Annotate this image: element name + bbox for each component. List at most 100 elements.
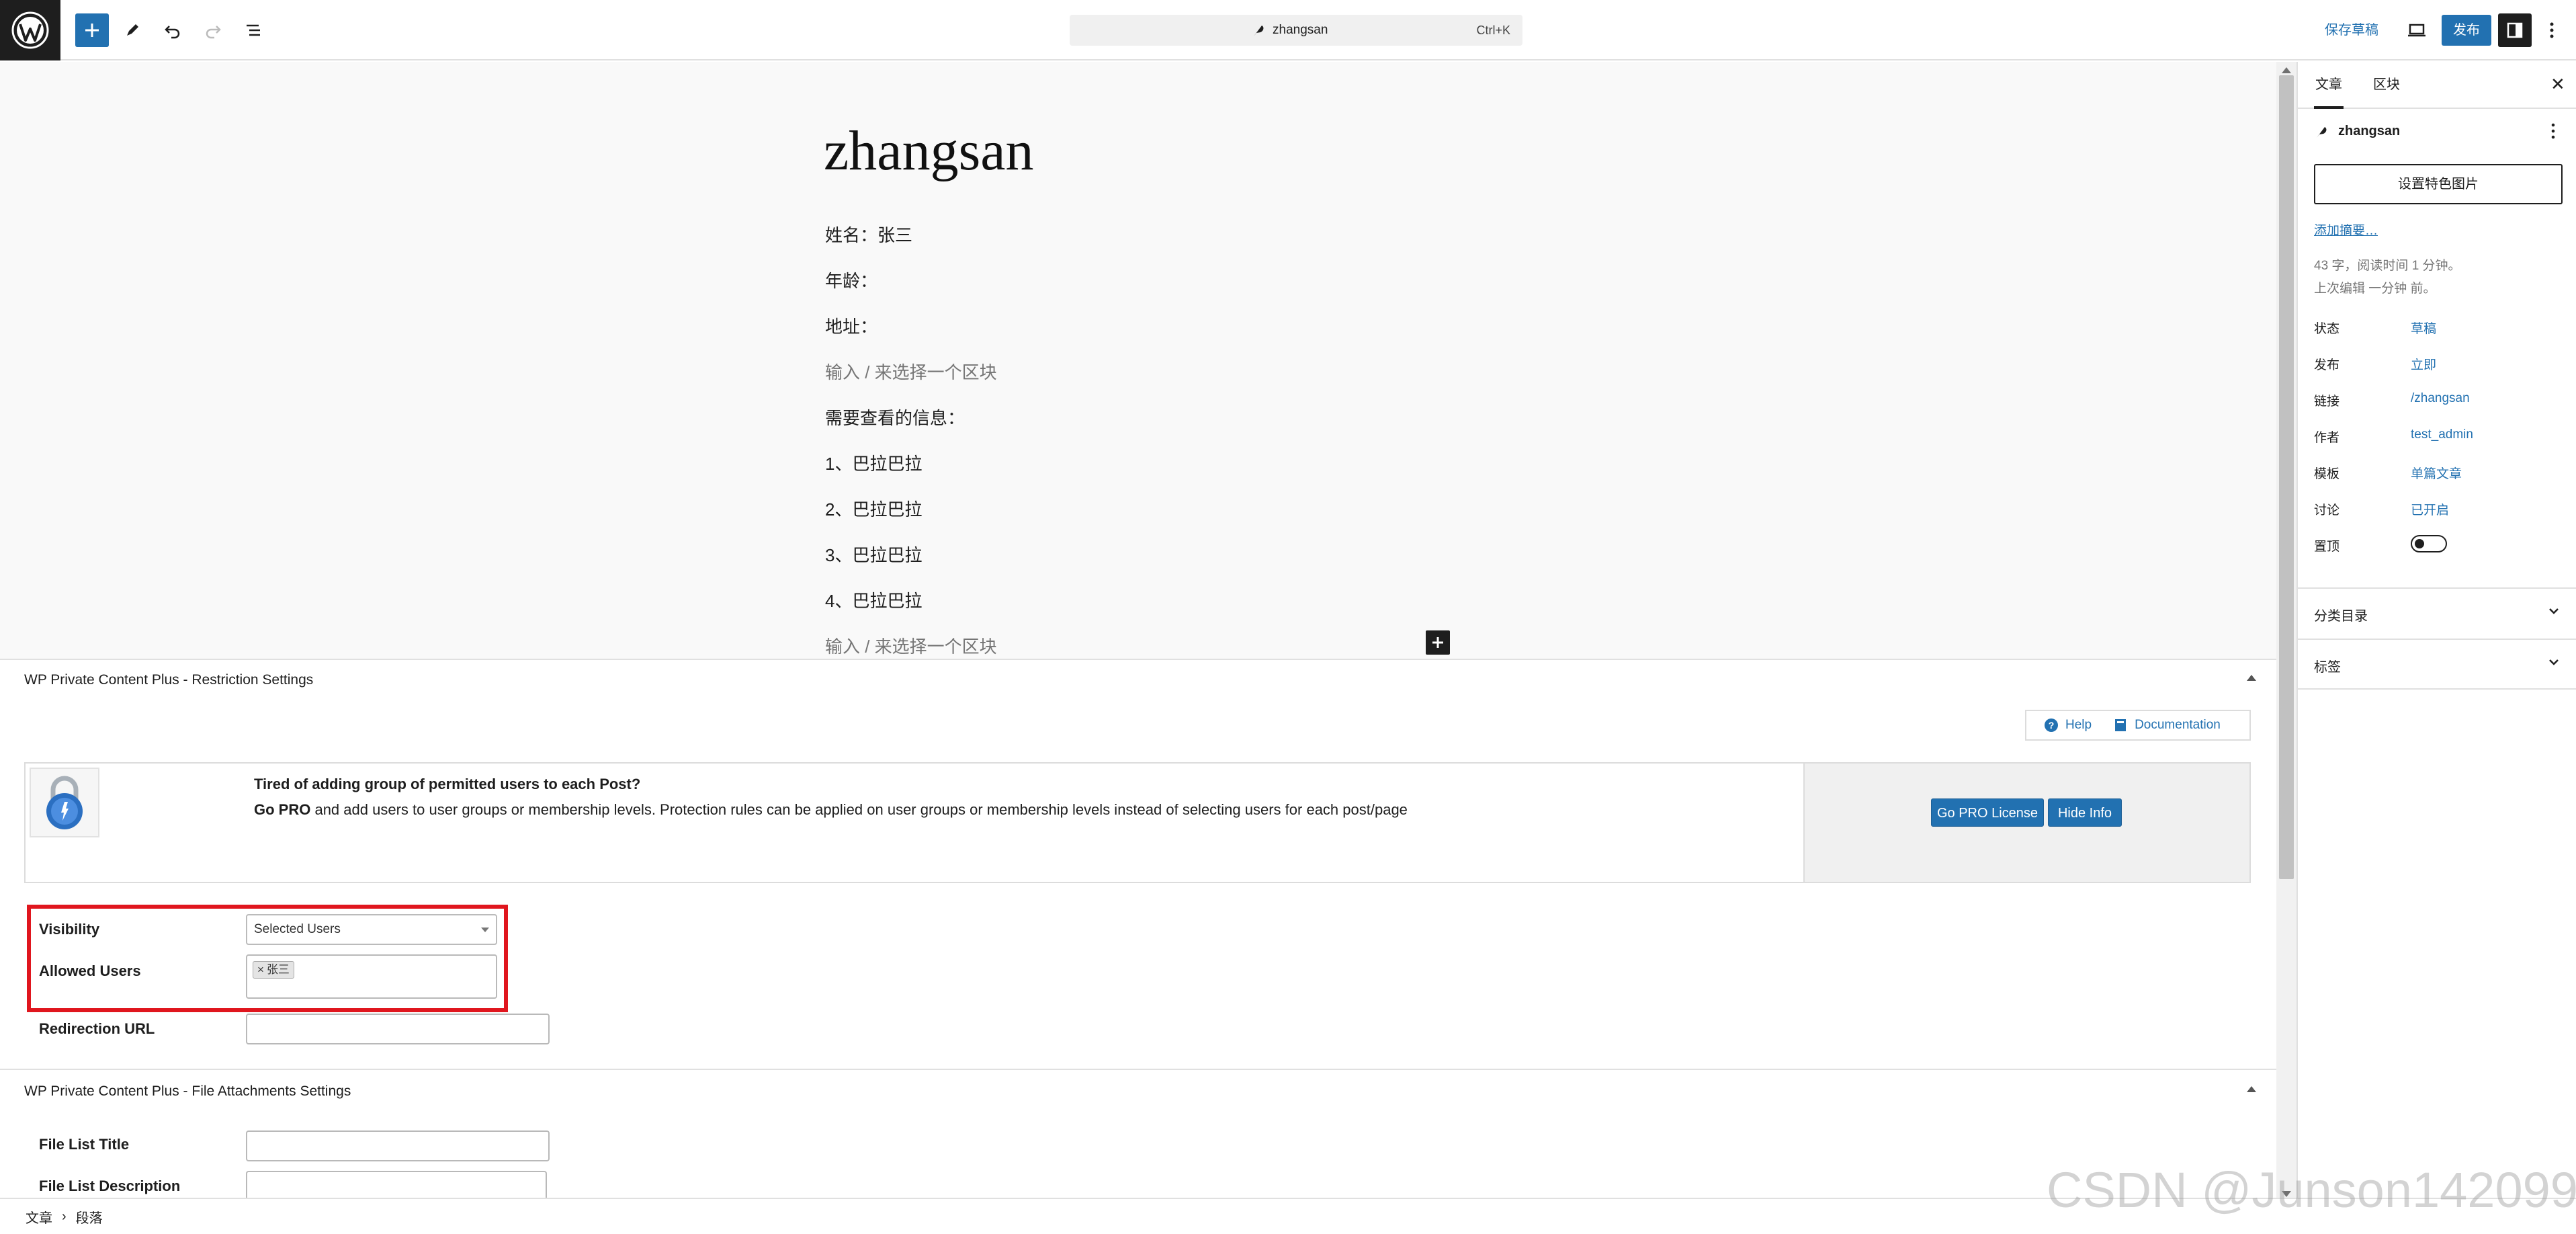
file-attachments-title[interactable]: WP Private Content Plus - File Attachmen… bbox=[24, 1083, 351, 1100]
template-value[interactable]: 单篇文章 bbox=[2411, 464, 2462, 482]
more-vertical-icon bbox=[2550, 22, 2554, 38]
go-pro-license-button[interactable]: Go PRO License bbox=[1931, 798, 2044, 827]
user-tag[interactable]: × 张三 bbox=[253, 961, 294, 979]
paragraph-block[interactable]: 1、巴拉巴拉 bbox=[825, 450, 922, 475]
breadcrumb-separator: › bbox=[62, 1208, 67, 1224]
word-count-info: 43 字，阅读时间 1 分钟。 bbox=[2314, 259, 2461, 273]
inline-add-block-button[interactable] bbox=[1426, 630, 1450, 655]
redirection-url-input[interactable] bbox=[246, 1014, 550, 1044]
help-links-box: ? Help Documentation bbox=[2025, 710, 2251, 741]
publish-button[interactable]: 发布 bbox=[2442, 15, 2491, 46]
question-circle-icon: ? bbox=[2045, 718, 2058, 732]
visibility-label: Visibility bbox=[39, 921, 100, 938]
command-palette-bar[interactable]: zhangsan Ctrl+K bbox=[1070, 15, 1522, 46]
set-featured-image-button[interactable]: 设置特色图片 bbox=[2314, 164, 2563, 204]
sidebar-divider bbox=[2298, 587, 2576, 589]
book-icon bbox=[2115, 719, 2127, 731]
add-excerpt-link[interactable]: 添加摘要… bbox=[2314, 220, 2378, 239]
sticky-label: 置顶 bbox=[2314, 540, 2340, 554]
publish-label: 发布 bbox=[2314, 358, 2340, 372]
categories-panel-title[interactable]: 分类目录 bbox=[2314, 605, 2368, 624]
more-vertical-icon[interactable] bbox=[2550, 122, 2556, 143]
documentation-link[interactable]: Documentation bbox=[2113, 718, 2221, 733]
undo-button[interactable] bbox=[156, 13, 189, 47]
file-list-description-textarea[interactable] bbox=[246, 1171, 547, 1198]
tab-block[interactable]: 区块 bbox=[2373, 62, 2400, 109]
close-icon[interactable]: ✕ bbox=[2550, 74, 2565, 95]
post-title[interactable]: zhangsan bbox=[824, 118, 1034, 183]
paragraph-block[interactable]: 年龄： bbox=[825, 268, 877, 292]
preview-button[interactable] bbox=[2400, 13, 2434, 47]
document-overview-button[interactable] bbox=[237, 13, 270, 47]
restriction-settings-title[interactable]: WP Private Content Plus - Restriction Se… bbox=[24, 672, 313, 688]
editor-canvas[interactable]: zhangsan 姓名：张三 年龄： 地址： 输入 / 来选择一个区块 需要查看… bbox=[0, 62, 2276, 659]
pencil-icon bbox=[127, 24, 138, 36]
collapse-caret-icon[interactable] bbox=[2247, 1086, 2256, 1092]
permalink-value[interactable]: /zhangsan bbox=[2411, 391, 2470, 406]
tab-post[interactable]: 文章 bbox=[2314, 62, 2344, 109]
tags-panel-title[interactable]: 标签 bbox=[2314, 656, 2341, 675]
settings-sidebar-toggle[interactable] bbox=[2498, 13, 2532, 47]
file-list-title-label: File List Title bbox=[39, 1136, 130, 1153]
scroll-up-arrow-icon[interactable] bbox=[2282, 67, 2291, 73]
collapse-caret-icon[interactable] bbox=[2247, 675, 2256, 681]
promo-bold: Go PRO bbox=[254, 801, 311, 818]
chevron-down-icon[interactable] bbox=[2546, 604, 2561, 622]
wordpress-logo-icon[interactable] bbox=[0, 0, 60, 60]
toggle-knob bbox=[2415, 539, 2424, 548]
status-label: 状态 bbox=[2314, 322, 2340, 336]
save-draft-button[interactable]: 保存草稿 bbox=[2325, 15, 2378, 46]
svg-text:?: ? bbox=[2049, 720, 2055, 731]
paragraph-block[interactable]: 2、巴拉巴拉 bbox=[825, 496, 922, 521]
add-block-button[interactable] bbox=[75, 13, 109, 47]
hide-info-button[interactable]: Hide Info bbox=[2048, 798, 2122, 827]
breadcrumb-current[interactable]: 段落 bbox=[76, 1207, 103, 1227]
sidebar-divider bbox=[2298, 688, 2576, 690]
author-value[interactable]: test_admin bbox=[2411, 427, 2473, 442]
last-edited-info: 上次编辑 一分钟 前。 bbox=[2314, 282, 2436, 296]
chevron-down-icon bbox=[481, 928, 489, 932]
options-menu-button[interactable] bbox=[2538, 13, 2565, 47]
file-list-description-label: File List Description bbox=[39, 1178, 181, 1194]
user-tag-label: 张三 bbox=[266, 963, 290, 976]
discussion-value[interactable]: 已开启 bbox=[2411, 500, 2449, 518]
redirection-url-label: Redirection URL bbox=[39, 1020, 155, 1037]
paragraph-block[interactable]: 需要查看的信息： bbox=[825, 405, 965, 429]
publish-date-value[interactable]: 立即 bbox=[2411, 355, 2436, 373]
paragraph-block[interactable]: 地址： bbox=[825, 313, 877, 338]
breadcrumb-root[interactable]: 文章 bbox=[26, 1207, 52, 1227]
empty-block-placeholder[interactable]: 输入 / 来选择一个区块 bbox=[825, 633, 997, 658]
sidebar-icon bbox=[2507, 22, 2523, 38]
author-label: 作者 bbox=[2314, 431, 2340, 445]
status-value[interactable]: 草稿 bbox=[2411, 319, 2436, 337]
file-list-title-input[interactable] bbox=[246, 1130, 550, 1161]
allowed-users-label: Allowed Users bbox=[39, 962, 141, 979]
paragraph-block[interactable]: 3、巴拉巴拉 bbox=[825, 542, 922, 567]
help-link[interactable]: ? Help bbox=[2044, 718, 2092, 733]
promo-heading: Tired of adding group of permitted users… bbox=[254, 776, 641, 792]
empty-block-placeholder[interactable]: 输入 / 来选择一个区块 bbox=[825, 359, 997, 384]
plus-icon bbox=[85, 24, 99, 37]
watermark: CSDN @Junson142099 bbox=[2047, 1162, 2576, 1218]
sidebar-post-name: zhangsan bbox=[2338, 124, 2401, 138]
chevron-down-icon[interactable] bbox=[2546, 655, 2561, 673]
post-feather-icon bbox=[2317, 126, 2327, 138]
scrollbar-thumb[interactable] bbox=[2279, 75, 2294, 879]
paragraph-block[interactable]: 4、巴拉巴拉 bbox=[825, 587, 922, 612]
pro-promo-banner: Tired of adding group of permitted users… bbox=[24, 762, 2251, 883]
remove-tag-icon[interactable]: × bbox=[257, 962, 264, 978]
allowed-users-field[interactable]: × 张三 bbox=[246, 954, 497, 999]
sidebar-post-summary: zhangsan bbox=[2314, 124, 2400, 139]
sticky-toggle[interactable] bbox=[2411, 535, 2447, 552]
promo-text: Go PRO and add users to user groups or m… bbox=[254, 801, 1408, 819]
redo-button[interactable] bbox=[196, 13, 230, 47]
template-label: 模板 bbox=[2314, 467, 2340, 481]
promo-actions-panel: Go PRO License Hide Info bbox=[1803, 764, 2249, 882]
meta-box-divider bbox=[0, 1069, 2276, 1070]
sidebar-tabs: 文章 区块 ✕ bbox=[2298, 62, 2576, 109]
promo-body: and add users to user groups or membersh… bbox=[310, 801, 1408, 818]
visibility-select[interactable]: Selected Users bbox=[246, 914, 497, 945]
help-link-text: Help bbox=[2065, 718, 2092, 732]
tools-button[interactable] bbox=[116, 13, 149, 47]
paragraph-block[interactable]: 姓名：张三 bbox=[825, 222, 912, 247]
